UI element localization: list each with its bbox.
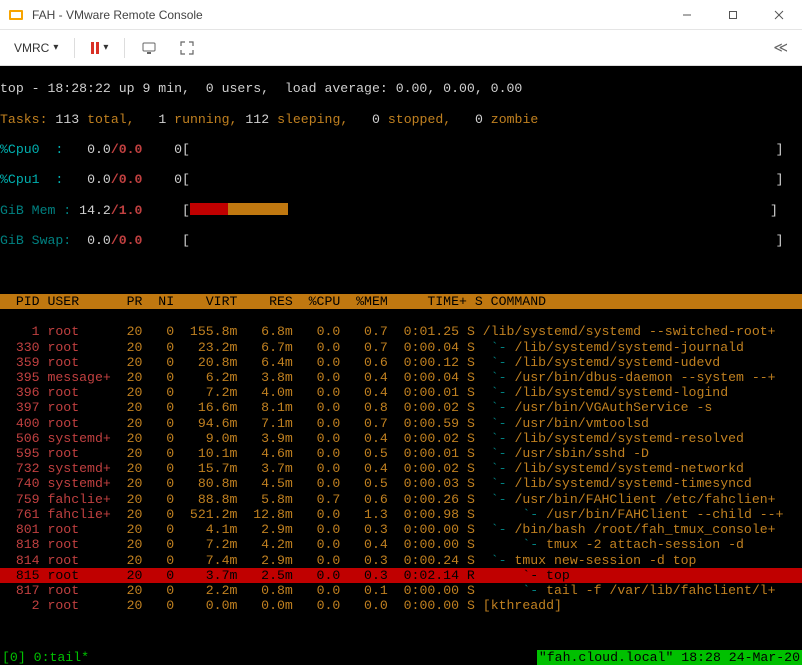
table-row: 400 root 20 0 94.6m 7.1m 0.0 0.7 0:00.59… bbox=[0, 416, 802, 431]
tmux-status-left: [0] 0:tail* bbox=[0, 650, 91, 665]
top-mem-line: GiB Mem : 14.2/1.0 [] bbox=[0, 203, 802, 218]
pause-icon bbox=[91, 42, 99, 54]
top-summary-line: top - 18:28:22 up 9 min, 0 users, load a… bbox=[0, 81, 802, 96]
top-swap-line: GiB Swap: 0.0/0.0 [ ] bbox=[0, 233, 802, 248]
table-row: 801 root 20 0 4.1m 2.9m 0.0 0.3 0:00.00 … bbox=[0, 522, 802, 537]
top-cpu0-line: %Cpu0 : 0.0/0.0 0[ ] bbox=[0, 142, 802, 157]
fullscreen-icon bbox=[179, 40, 195, 56]
blank-line bbox=[0, 264, 802, 279]
process-table: 1 root 20 0 155.8m 6.8m 0.0 0.7 0:01.25 … bbox=[0, 324, 802, 613]
fullscreen-button[interactable] bbox=[173, 36, 201, 60]
table-row: 732 systemd+ 20 0 15.7m 3.7m 0.0 0.4 0:0… bbox=[0, 461, 802, 476]
chevron-down-icon: ▾ bbox=[53, 42, 58, 53]
tmux-status-right: "fah.cloud.local" 18:28 24-Mar-20 bbox=[537, 650, 802, 665]
mem-bar bbox=[190, 203, 770, 215]
table-row: 818 root 20 0 7.2m 4.2m 0.0 0.4 0:00.00 … bbox=[0, 537, 802, 552]
send-ctrl-alt-del-button[interactable] bbox=[135, 36, 163, 60]
collapse-button[interactable]: ≪ bbox=[767, 36, 794, 60]
table-row: 817 root 20 0 2.2m 0.8m 0.0 0.1 0:00.00 … bbox=[0, 583, 802, 598]
toolbar-separator bbox=[74, 38, 75, 58]
table-row: 814 root 20 0 7.4m 2.9m 0.0 0.3 0:00.24 … bbox=[0, 553, 802, 568]
window-title: FAH - VMware Remote Console bbox=[32, 8, 664, 22]
close-button[interactable] bbox=[756, 0, 802, 30]
table-row: 330 root 20 0 23.2m 6.7m 0.0 0.7 0:00.04… bbox=[0, 340, 802, 355]
window-controls bbox=[664, 0, 802, 30]
top-tasks-line: Tasks: 113 total, 1 running, 112 sleepin… bbox=[0, 112, 802, 127]
window-titlebar: FAH - VMware Remote Console bbox=[0, 0, 802, 30]
table-row: 815 root 20 0 3.7m 2.5m 0.0 0.3 0:02.14 … bbox=[0, 568, 802, 583]
vmrc-label: VMRC bbox=[14, 41, 49, 55]
table-row: 761 fahclie+ 20 0 521.2m 12.8m 0.0 1.3 0… bbox=[0, 507, 802, 522]
vmware-icon bbox=[8, 7, 24, 23]
table-row: 1 root 20 0 155.8m 6.8m 0.0 0.7 0:01.25 … bbox=[0, 324, 802, 339]
terminal[interactable]: top - 18:28:22 up 9 min, 0 users, load a… bbox=[0, 66, 802, 665]
table-row: 359 root 20 0 20.8m 6.4m 0.0 0.6 0:00.12… bbox=[0, 355, 802, 370]
toolbar: VMRC ▾ ▾ ≪ bbox=[0, 30, 802, 66]
process-header: PID USER PR NI VIRT RES %CPU %MEM TIME+ … bbox=[0, 294, 802, 309]
table-row: 395 message+ 20 0 6.2m 3.8m 0.0 0.4 0:00… bbox=[0, 370, 802, 385]
toolbar-separator bbox=[124, 38, 125, 58]
cad-icon bbox=[141, 40, 157, 56]
table-row: 397 root 20 0 16.6m 8.1m 0.0 0.8 0:00.02… bbox=[0, 400, 802, 415]
tmux-statusbar: [0] 0:tail* "fah.cloud.local" 18:28 24-M… bbox=[0, 650, 802, 665]
table-row: 2 root 20 0 0.0m 0.0m 0.0 0.0 0:00.00 S … bbox=[0, 598, 802, 613]
vmrc-menu[interactable]: VMRC ▾ bbox=[8, 37, 64, 59]
table-row: 759 fahclie+ 20 0 88.8m 5.8m 0.7 0.6 0:0… bbox=[0, 492, 802, 507]
pause-button[interactable]: ▾ bbox=[85, 38, 114, 58]
table-row: 506 systemd+ 20 0 9.0m 3.9m 0.0 0.4 0:00… bbox=[0, 431, 802, 446]
top-cpu1-line: %Cpu1 : 0.0/0.0 0[ ] bbox=[0, 172, 802, 187]
table-row: 396 root 20 0 7.2m 4.0m 0.0 0.4 0:00.01 … bbox=[0, 385, 802, 400]
chevron-down-icon: ▾ bbox=[103, 42, 108, 53]
table-row: 595 root 20 0 10.1m 4.6m 0.0 0.5 0:00.01… bbox=[0, 446, 802, 461]
minimize-button[interactable] bbox=[664, 0, 710, 30]
maximize-button[interactable] bbox=[710, 0, 756, 30]
table-row: 740 systemd+ 20 0 80.8m 4.5m 0.0 0.5 0:0… bbox=[0, 476, 802, 491]
collapse-icon: ≪ bbox=[773, 40, 788, 56]
